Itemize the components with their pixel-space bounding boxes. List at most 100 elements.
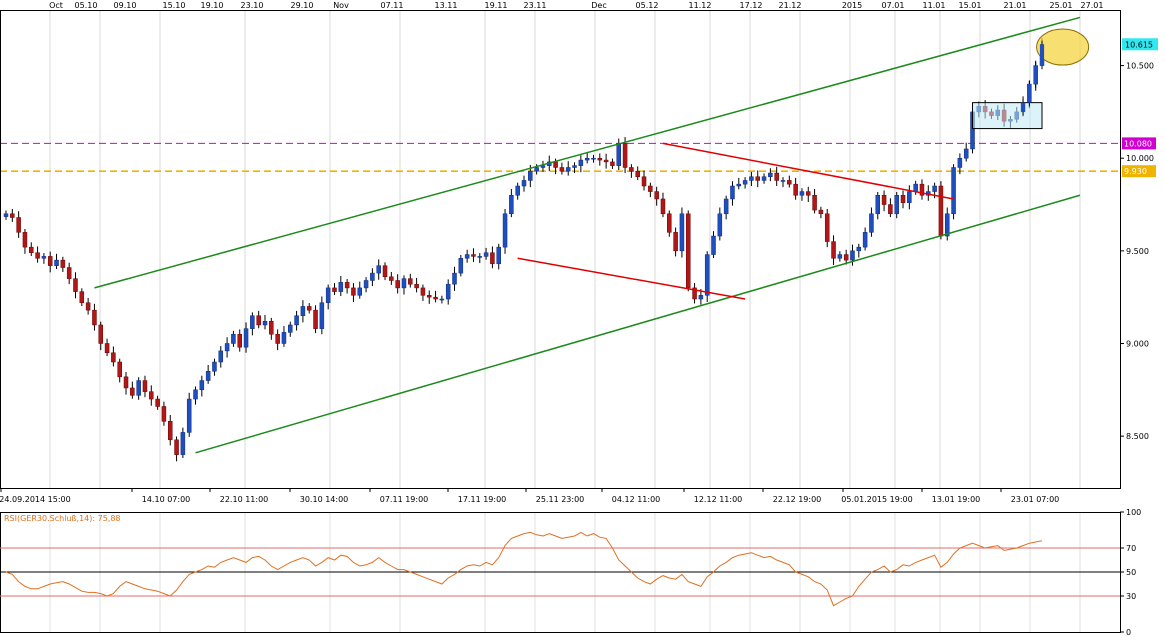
candle-bullish — [4, 214, 8, 217]
candle-bearish — [648, 186, 652, 192]
candle-bearish — [105, 343, 109, 352]
candle-bullish — [263, 321, 267, 325]
candle-bullish — [952, 167, 956, 213]
candle-bullish — [857, 247, 861, 251]
bullish-trend-line — [518, 258, 745, 299]
candle-bullish — [838, 255, 842, 259]
candle-bullish — [509, 195, 513, 214]
candle-bullish — [1034, 66, 1038, 85]
candle-bullish — [535, 167, 539, 171]
candle-bullish — [749, 177, 753, 181]
highlight-ellipse — [1037, 29, 1089, 65]
candle-bullish — [1021, 103, 1025, 112]
bottom-axis-label: 23.01 07:00 — [1011, 495, 1060, 504]
candle-bullish — [364, 280, 368, 287]
candle-bullish — [730, 186, 734, 199]
top-axis-label: Dec — [591, 1, 606, 10]
candle-bullish — [914, 184, 918, 191]
candle-bullish — [876, 195, 880, 214]
candle-bullish — [282, 332, 286, 343]
candle-bearish — [332, 288, 336, 292]
candle-bearish — [775, 173, 779, 180]
candle-bearish — [686, 214, 690, 288]
top-axis-label: 07.11 — [381, 1, 404, 10]
bottom-axis-label: 24.09.2014 15:00 — [0, 495, 71, 504]
candle-bullish — [1040, 44, 1044, 65]
candle-bullish — [459, 258, 463, 273]
bottom-axis-label: 07.11 19:00 — [380, 495, 429, 504]
candle-bearish — [661, 199, 665, 214]
top-axis-label: 23.10 — [241, 1, 264, 10]
candle-bullish — [326, 288, 330, 303]
candle-bearish — [636, 171, 640, 177]
candle-bullish — [522, 180, 526, 186]
candle-bullish — [225, 343, 229, 350]
candle-bearish — [314, 310, 318, 329]
top-axis-label: 2015 — [842, 1, 862, 10]
bottom-axis-label: 14.10 07:00 — [142, 495, 191, 504]
candle-bearish — [86, 303, 90, 310]
candle-bearish — [351, 288, 355, 295]
candle-bullish — [768, 173, 772, 177]
candle-bullish — [907, 192, 911, 203]
candle-bearish — [844, 255, 848, 261]
candle-bearish — [408, 279, 412, 285]
candle-bearish — [832, 242, 836, 259]
candle-bearish — [806, 192, 810, 196]
top-axis-label: 15.01 — [959, 1, 982, 10]
top-axis-label: 19.11 — [485, 1, 508, 10]
candle-bullish — [850, 251, 854, 260]
price-axis-label: 9.000 — [1126, 339, 1149, 348]
rsi-axis-label: 0 — [1126, 628, 1131, 637]
candle-bullish — [497, 247, 501, 264]
candle-bullish — [566, 167, 570, 171]
candle-bearish — [61, 260, 65, 267]
candle-bullish — [617, 143, 621, 165]
top-axis-label: 25.01 — [1050, 1, 1073, 10]
candle-bearish — [819, 210, 823, 214]
candle-bearish — [825, 214, 829, 242]
candle-bullish — [964, 149, 968, 158]
candle-bearish — [560, 167, 564, 171]
candle-bearish — [17, 218, 21, 233]
price-axis-label: 10.000 — [1126, 154, 1154, 163]
top-axis-label: 05.12 — [636, 1, 659, 10]
candle-bullish — [958, 158, 962, 167]
candle-bullish — [206, 371, 210, 380]
candle-bearish — [149, 392, 153, 399]
candle-bearish — [48, 256, 52, 265]
bottom-axis-label: 17.11 19:00 — [458, 495, 507, 504]
candle-bullish — [339, 282, 343, 291]
candle-bearish — [415, 284, 419, 288]
candle-bullish — [705, 255, 709, 296]
candle-bullish — [503, 214, 507, 247]
candle-bearish — [901, 195, 905, 202]
candle-bearish — [813, 195, 817, 210]
candle-bearish — [396, 280, 400, 287]
candle-bullish — [295, 316, 299, 325]
candle-bullish — [465, 255, 469, 259]
candle-bearish — [490, 253, 494, 264]
candle-bullish — [200, 381, 204, 390]
main-plot-frame — [1, 11, 1121, 489]
candle-bearish — [269, 321, 273, 334]
price-axis-label: 9.500 — [1126, 247, 1149, 256]
candle-bullish — [516, 186, 520, 195]
candle-bearish — [667, 214, 671, 233]
top-axis-label: 13.11 — [435, 1, 458, 10]
bottom-axis-label: 12.12 11:00 — [694, 495, 743, 504]
candle-bullish — [301, 306, 305, 315]
candle-bearish — [642, 177, 646, 186]
top-axis-label: 05.10 — [75, 1, 98, 10]
candle-bearish — [888, 205, 892, 214]
bottom-axis-label: 13.01 19:00 — [932, 495, 981, 504]
candle-bearish — [939, 186, 943, 236]
candle-bearish — [99, 325, 103, 344]
candle-bearish — [124, 377, 128, 388]
candle-bullish — [219, 351, 223, 362]
candle-bullish — [440, 299, 444, 300]
candle-bullish — [579, 160, 583, 166]
candle-bearish — [383, 266, 387, 277]
top-axis-label: 27.01 — [1081, 1, 1104, 10]
candle-bullish — [863, 232, 867, 247]
